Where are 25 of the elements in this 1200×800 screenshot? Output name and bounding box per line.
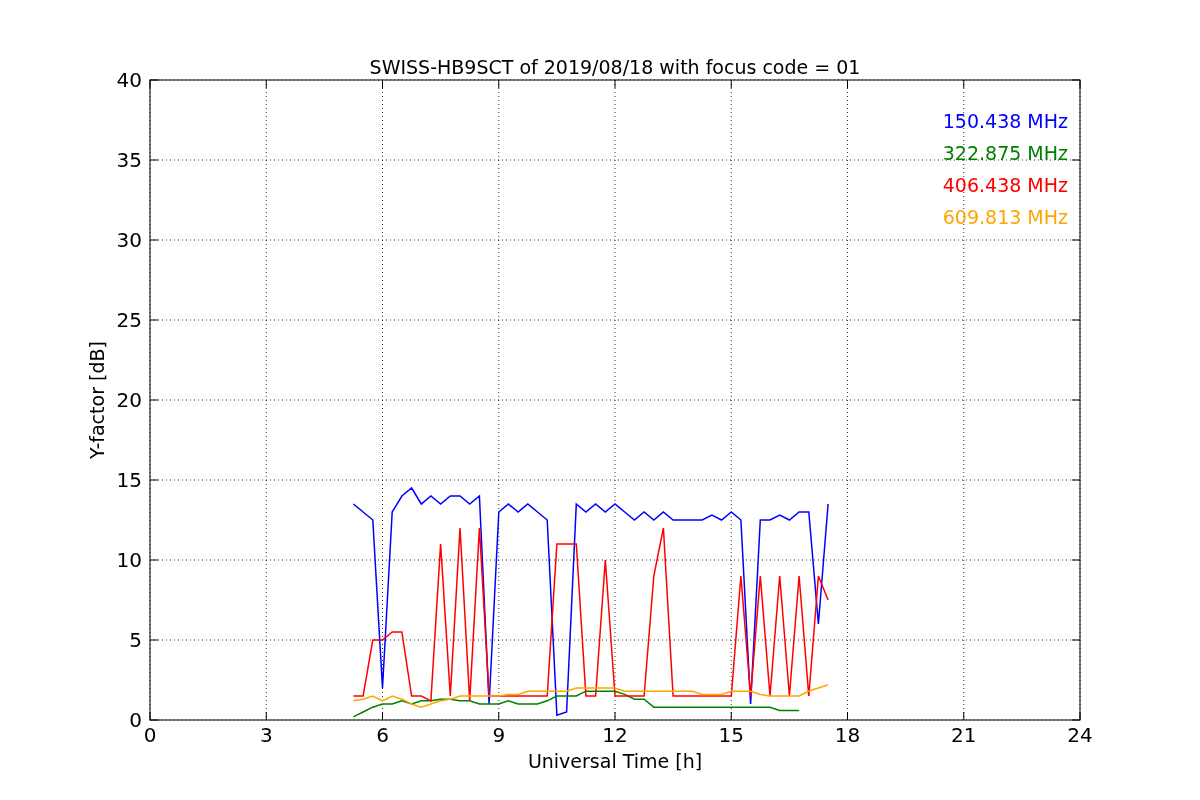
tick-label: 3 [259,723,273,747]
x-axis-label: Universal Time [h] [527,750,703,772]
tick-label: 24 [1067,723,1093,747]
tick-label: 40 [116,68,142,92]
tick-label: 5 [129,628,142,652]
tick-label: 18 [834,723,861,747]
tick-label: 15 [116,468,142,492]
tick-label: 30 [116,228,142,252]
tick-label: 15 [718,723,744,747]
chart-title: SWISS-HB9SCT of 2019/08/18 with focus code = 01 [369,56,861,78]
legend-label: 322.875 MHz [942,142,1068,164]
tick-label: 20 [116,388,142,412]
tick-label: 0 [143,723,157,747]
tick-label: 25 [116,308,142,332]
tick-label: 21 [951,723,977,747]
legend-label: 406.438 MHz [942,174,1068,196]
legend-label: 150.438 MHz [942,110,1068,132]
legend-label: 609.813 MHz [942,206,1068,228]
tick-label: 9 [492,723,506,747]
tick-label: 0 [129,708,142,732]
y-axis-label: Y-factor [dB] [86,341,108,459]
tick-label: 35 [116,148,142,172]
tick-label: 10 [116,548,142,572]
tick-label: 6 [376,723,389,747]
tick-label: 12 [602,723,628,747]
